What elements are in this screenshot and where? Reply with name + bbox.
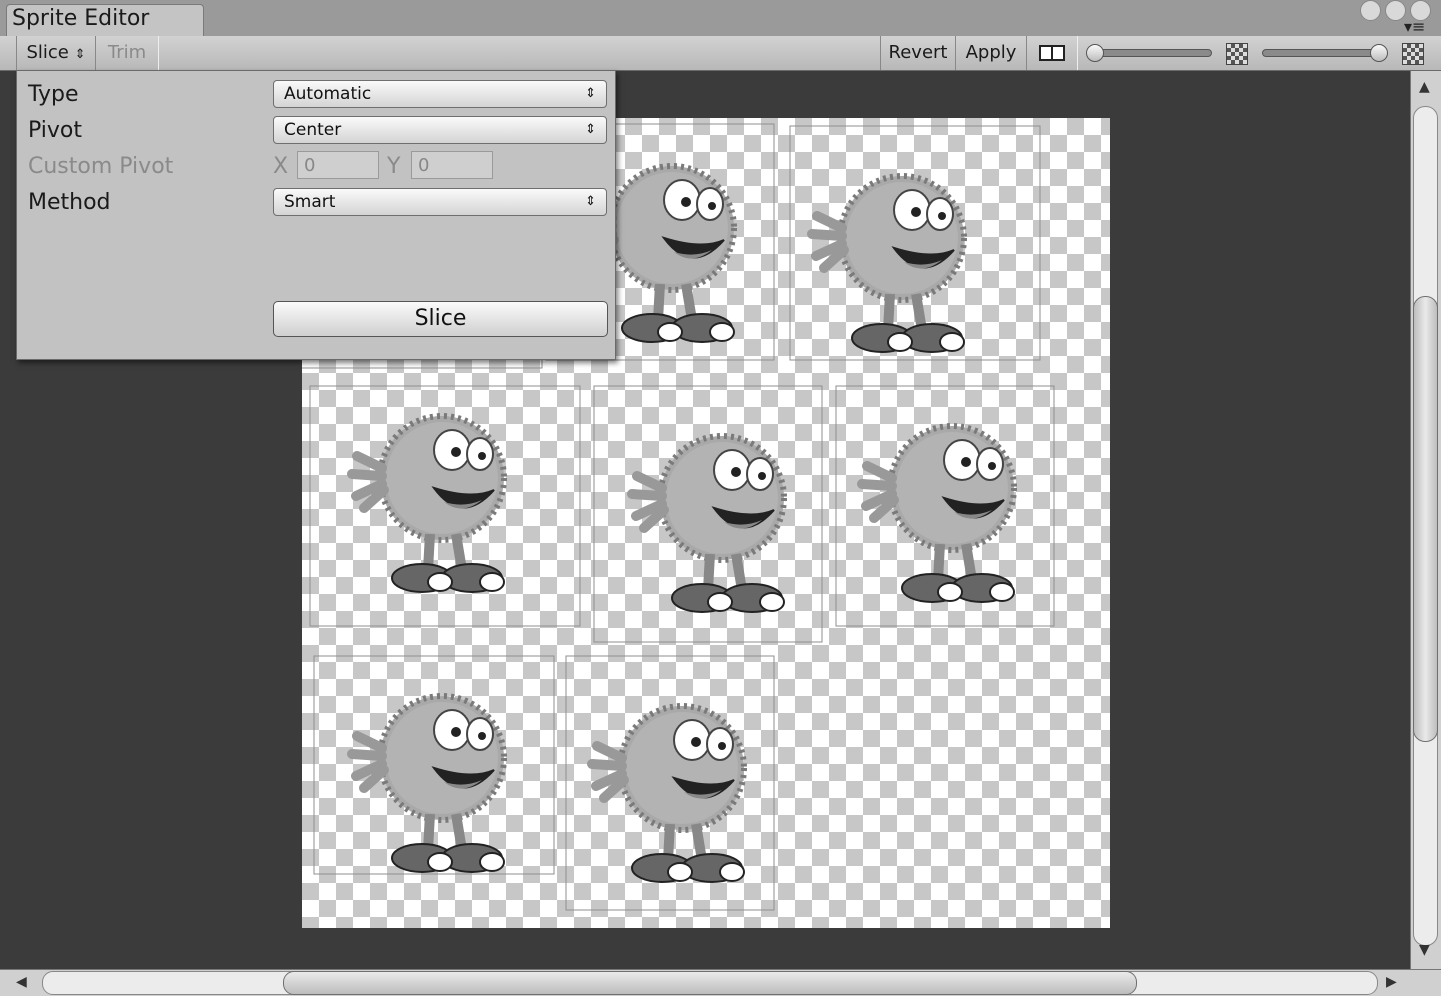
scroll-down-icon[interactable]: ▼ xyxy=(1419,942,1430,958)
split-view-icon xyxy=(1039,45,1065,61)
trim-button[interactable]: Trim xyxy=(95,36,159,70)
mip-slider-track[interactable] xyxy=(1262,49,1386,57)
window-button-1[interactable] xyxy=(1360,0,1381,21)
zoom-slider-track[interactable] xyxy=(1090,49,1212,57)
custom-pivot-label: Custom Pivot xyxy=(28,154,174,179)
title-bar xyxy=(0,0,1441,37)
type-value: Automatic xyxy=(284,84,372,104)
toolbar xyxy=(0,36,1441,71)
dropdown-arrows-icon: ⇕ xyxy=(74,47,86,62)
zoom-slider-knob[interactable] xyxy=(1086,44,1104,62)
horizontal-scroll-thumb[interactable] xyxy=(283,971,1137,995)
type-dropdown[interactable]: Automatic ⇕ xyxy=(273,80,607,108)
window-title: Sprite Editor xyxy=(12,6,150,31)
high-mip-icon xyxy=(1402,43,1424,65)
dropdown-arrows-icon: ⇕ xyxy=(585,122,596,137)
slice-menu-button[interactable]: Slice ⇕ xyxy=(16,36,96,70)
scroll-up-icon[interactable]: ▲ xyxy=(1419,79,1430,95)
scroll-right-icon[interactable]: ▶ xyxy=(1386,974,1397,990)
pivot-y-field[interactable]: 0 xyxy=(411,151,493,179)
apply-button[interactable]: Apply xyxy=(955,36,1027,70)
revert-button[interactable]: Revert xyxy=(880,36,956,70)
method-dropdown[interactable]: Smart ⇕ xyxy=(273,188,607,216)
scroll-left-icon[interactable]: ◀ xyxy=(16,974,27,990)
dropdown-arrows-icon: ⇕ xyxy=(585,194,596,209)
type-label: Type xyxy=(28,82,79,107)
method-value: Smart xyxy=(284,192,336,212)
low-mip-icon xyxy=(1226,43,1248,65)
y-label: Y xyxy=(387,154,401,179)
dropdown-arrows-icon: ⇕ xyxy=(585,86,596,101)
window-button-2[interactable] xyxy=(1385,0,1406,21)
pivot-x-field[interactable]: 0 xyxy=(297,151,379,179)
pivot-value: Center xyxy=(284,120,342,140)
x-label: X xyxy=(273,154,289,179)
mip-slider-knob[interactable] xyxy=(1370,44,1388,62)
pivot-dropdown[interactable]: Center ⇕ xyxy=(273,116,607,144)
alpha-toggle-button[interactable] xyxy=(1026,36,1078,70)
slice-button[interactable]: Slice xyxy=(273,301,608,337)
pivot-label: Pivot xyxy=(28,118,83,143)
method-label: Method xyxy=(28,190,111,215)
menu-icon[interactable]: ▾≡ xyxy=(1404,17,1425,36)
slice-menu-label: Slice xyxy=(26,42,69,63)
vertical-scroll-thumb[interactable] xyxy=(1413,296,1438,742)
